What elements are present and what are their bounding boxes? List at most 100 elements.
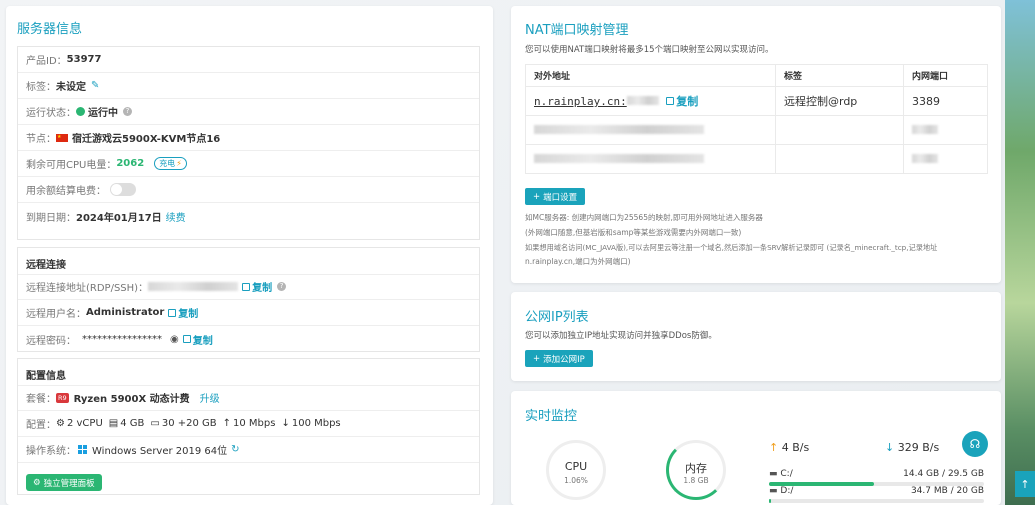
headset-icon: ☊ — [969, 437, 981, 451]
nat-desc: 您可以使用NAT端口映射将最多15个端口映射至公网以实现访问。 — [525, 45, 774, 55]
page-title: 服务器信息 — [17, 22, 83, 37]
copy-nat-button[interactable]: 复制 — [666, 93, 698, 109]
lightning-icon: ⚡ — [176, 159, 182, 168]
expire-row: 到期日期： 2024年01月17日 续费 — [18, 203, 479, 230]
upload-rate: ↑ 4 B/s — [769, 441, 810, 454]
drive-icon: ▬ — [769, 486, 778, 496]
product-id-row: 产品ID： 53977 — [18, 47, 479, 73]
port-settings-button[interactable]: + 端口设置 — [525, 188, 586, 205]
status-value: 运行中 — [88, 108, 118, 119]
nat-note-2: (外网端口随意,但基岩版和samp等某些游戏需要内外网端口一致) — [525, 228, 742, 237]
management-panel-button[interactable]: ⚙ 独立管理面板 — [26, 474, 102, 491]
column-address: 对外地址 — [525, 64, 776, 87]
down-speed: 100 Mbps — [291, 418, 341, 429]
china-flag-icon: ★ — [56, 133, 68, 142]
support-chat-button[interactable]: ☊ — [962, 431, 988, 457]
ram-spec: 4 GB — [120, 418, 145, 429]
edit-icon[interactable]: ✎ — [91, 80, 99, 91]
renew-link[interactable]: 续费 — [166, 209, 186, 224]
table-header: 对外地址 标签 内网端口 — [525, 64, 988, 87]
eye-icon[interactable]: ◉ — [170, 334, 179, 345]
column-tag: 标签 — [775, 64, 904, 87]
memory-value: 1.8 GB — [683, 476, 709, 485]
remote-password-value: **************** — [82, 333, 162, 345]
scroll-top-button[interactable]: ↑ — [1015, 471, 1035, 497]
cpu-value: 1.06% — [564, 476, 588, 485]
cpu-icon: ⚙ — [56, 418, 65, 429]
plan-row: 套餐： R9 Ryzen 5900X 动态计费 升级 — [18, 385, 479, 411]
nat-address: n.rainplay.cn: — [534, 95, 627, 108]
monitor-panel: 实时监控 CPU 1.06% 内存 1.8 GB ↑ 4 B/s ↓ 329 B… — [511, 391, 1001, 505]
balance-toggle[interactable] — [110, 183, 136, 196]
tag-row: 标签： 未设定 ✎ — [18, 73, 479, 99]
disk-d-bar — [769, 499, 984, 503]
windows-icon — [78, 445, 87, 454]
copy-password-button[interactable]: 复制 — [182, 332, 213, 347]
plus-icon: + — [533, 353, 541, 364]
os-row: 操作系统： Windows Server 2019 64位 ↻ — [18, 437, 479, 463]
cpu-spec: 2 vCPU — [66, 418, 103, 429]
remote-title: 远程连接 — [26, 260, 66, 271]
monitor-title: 实时监控 — [525, 409, 578, 424]
node-value: 宿迁游戏云5900X-KVM节点16 — [72, 134, 221, 145]
help-icon[interactable]: ? — [277, 282, 287, 291]
disk-icon: ▭ — [150, 418, 160, 429]
remote-address-value — [148, 282, 239, 291]
os-value: Windows Server 2019 64位 — [92, 446, 228, 457]
copy-icon — [242, 282, 251, 291]
public-ip-panel: 公网IP列表 您可以添加独立IP地址实现访问并独享DDos防御。 + 添加公网IP — [511, 292, 1001, 381]
download-arrow-icon: ↓ — [885, 441, 895, 454]
public-ip-title: 公网IP列表 — [525, 310, 589, 325]
up-speed: 10 Mbps — [233, 418, 276, 429]
disk-d: ▬ D:/ 34.7 MB / 20 GB — [769, 486, 984, 496]
upload-icon: ↑ — [222, 418, 232, 429]
settings-icon: ⚙ — [33, 477, 41, 488]
copy-user-button[interactable]: 复制 — [168, 305, 198, 320]
background-artwork — [1005, 0, 1035, 505]
plus-icon: + — [533, 191, 541, 202]
node-row: 节点： ★ 宿迁游戏云5900X-KVM节点16 — [18, 125, 479, 151]
disk-d-fill — [769, 499, 772, 503]
server-info-box: 产品ID： 53977 标签： 未设定 ✎ 运行状态： 运行中 ? 节点： ★ … — [17, 46, 480, 240]
disk-spec: 30 +20 GB — [161, 418, 217, 429]
add-public-ip-button[interactable]: + 添加公网IP — [525, 350, 593, 367]
nat-table: 对外地址 标签 内网端口 n.rainplay.cn: 复制 远程控制@rdp … — [525, 64, 988, 174]
balance-row: 用余额结算电费： — [18, 177, 479, 203]
config-box: 配置信息 套餐： R9 Ryzen 5900X 动态计费 升级 配置： ⚙ 2 v… — [17, 358, 480, 495]
arrow-up-icon: ↑ — [1020, 477, 1030, 491]
table-row — [525, 115, 988, 145]
remote-user-value: Administrator — [86, 307, 165, 318]
redacted-port — [912, 124, 938, 134]
copy-icon — [666, 97, 675, 105]
nat-note-4: n.rainplay.cn,端口为外网端口) — [525, 257, 631, 266]
table-row: n.rainplay.cn: 复制 远程控制@rdp 3389 — [525, 86, 988, 116]
cpu-power-value: 2062 — [116, 158, 145, 169]
download-rate: ↓ 329 B/s — [885, 441, 940, 454]
disk-c: ▬ C:/ 14.4 GB / 29.5 GB — [769, 469, 984, 479]
upgrade-link[interactable]: 升级 — [200, 390, 220, 405]
config-title: 配置信息 — [26, 371, 66, 382]
remote-password-row: 远程密码： **************** ◉ 复制 — [26, 332, 213, 347]
remote-box: 远程连接 远程连接地址(RDP/SSH)： 复制 ? 远程用户名： Admini… — [17, 247, 480, 352]
public-ip-desc: 您可以添加独立IP地址实现访问并独享DDos防御。 — [525, 331, 717, 341]
ram-icon: ▤ — [108, 418, 119, 429]
running-icon — [76, 107, 85, 116]
refresh-icon[interactable]: ↻ — [231, 444, 239, 455]
expire-value: 2024年01月17日 — [76, 213, 162, 224]
ryzen-badge: R9 — [56, 392, 69, 403]
status-row: 运行状态： 运行中 ? — [18, 99, 479, 125]
nat-note-3: 如果想用域名访问(MC_JAVA版),可以去阿里云等注册一个域名,然后添加一条S… — [525, 243, 938, 252]
cpu-power-row: 剩余可用CPU电量： 2062 充电 ⚡ — [18, 151, 479, 177]
tag-value: 未设定 — [56, 82, 86, 93]
copy-icon — [182, 335, 191, 343]
recharge-button[interactable]: 充电 ⚡ — [154, 157, 187, 170]
cpu-label: CPU — [564, 460, 588, 473]
remote-user-row: 远程用户名： Administrator 复制 — [18, 300, 479, 326]
help-icon[interactable]: ? — [123, 107, 132, 116]
redacted-address — [534, 153, 704, 163]
nat-note-1: 如MC服务器: 创建内网端口为25565的映射,即可用外网地址进入服务器 — [525, 213, 763, 222]
nat-port: 3389 — [903, 86, 988, 116]
copy-address-button[interactable]: 复制 — [242, 279, 272, 294]
nat-tag: 远程控制@rdp — [775, 86, 904, 116]
drive-icon: ▬ — [769, 469, 778, 479]
